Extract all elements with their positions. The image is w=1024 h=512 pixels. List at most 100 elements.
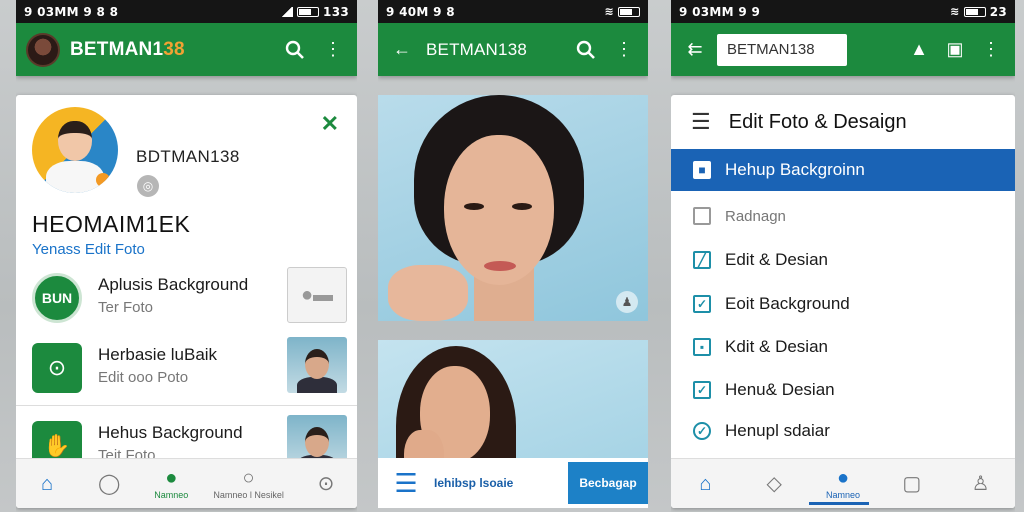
menu-lines-icon[interactable]: ☰: [378, 468, 434, 499]
nav-diamond[interactable]: ◇: [754, 474, 794, 494]
hamburger-icon[interactable]: ☰: [691, 109, 711, 135]
app-title-accent: 38: [163, 38, 185, 60]
menu-item-kdit-desian[interactable]: ▪ Kdit & Desian: [671, 326, 1015, 368]
divider: [16, 405, 357, 406]
list-item-title: Hehus Background: [98, 423, 243, 442]
menu-item-label: Hehup Backgroinn: [725, 160, 865, 179]
edit-foto-link[interactable]: Yenass Edit Foto: [32, 241, 145, 258]
menu-screen: 9 03MM 9 9 ≋ 23 ⇇ BETMAN138 ▲ ▣ ⋮ ☰ Edit …: [671, 0, 1015, 512]
profile-card: ✕ BDTMAN138 ◎ HEOMAIM1EK Yenass Edit Fot…: [16, 95, 357, 508]
dot-icon: ⊙: [317, 472, 335, 495]
nav-home[interactable]: ⌂: [27, 474, 67, 494]
status-battery: 23: [989, 4, 1007, 19]
bookmark-icon: ■: [693, 161, 711, 179]
menu-item-label: Edit & Desian: [725, 250, 828, 269]
search-icon[interactable]: [572, 36, 600, 64]
wifi-icon: ≋: [950, 5, 960, 18]
status-bar: 9 40M 9 8 ≋: [378, 0, 648, 23]
circle-icon: ○: [242, 466, 255, 489]
more-vert-icon[interactable]: ⋮: [610, 36, 638, 64]
action-button[interactable]: Becbagap: [568, 462, 648, 504]
nav-center[interactable]: ● Namneo: [823, 468, 863, 500]
check-circle-icon: ✓: [693, 422, 711, 440]
status-bar: 9 03MM 9 9 ≋ 23: [671, 0, 1015, 23]
list-item-title: Aplusis Background: [98, 275, 249, 294]
toggle-thumb-icon[interactable]: ●▬: [287, 267, 347, 323]
profile-name: BDTMAN138: [136, 147, 240, 166]
list-item-title: Herbasie luBaik: [98, 345, 218, 364]
app-title-main: BETMAN1: [70, 38, 164, 60]
square-icon: [693, 207, 711, 225]
avatar[interactable]: [26, 32, 60, 67]
nav-label: Namneo: [154, 489, 189, 500]
gallery-screen: 9 40M 9 8 ≋ ← BETMAN138 ⋮ ♟ ☰ Iehibsp ls…: [378, 0, 648, 512]
menu-item-eoit-background[interactable]: ✓ Eoit Background: [671, 283, 1015, 325]
status-bar: 9 03MM 9 8 8 133: [16, 0, 357, 23]
search-input[interactable]: BETMAN138: [717, 33, 847, 66]
menu-item-label: Radnagn: [725, 207, 786, 225]
nav-chat[interactable]: ◯: [89, 474, 129, 494]
bun-icon: BUN: [32, 273, 82, 323]
back-menu-icon[interactable]: ⇇: [681, 36, 709, 64]
center-icon: ●: [836, 466, 850, 489]
menu-title: Edit Foto & Desaign: [728, 110, 907, 133]
list-item[interactable]: ⊙ Herbasie luBaik Edit ooo Poto: [16, 335, 357, 399]
diamond-icon: ◇: [766, 472, 782, 495]
nav-more[interactable]: ⊙: [306, 474, 346, 494]
nav-center[interactable]: ● Namneo: [151, 468, 191, 500]
menu-item-label: Henupl sdaiar: [725, 421, 830, 440]
location-pin-icon: ⊙: [32, 343, 82, 393]
checkbox-checked-icon: ✓: [693, 295, 711, 313]
center-icon: ●: [165, 466, 178, 489]
status-dot-icon: [96, 173, 110, 187]
profile-screen: 9 03MM 9 8 8 133 BETMAN138 ⋮ ✕ BDTMAN138…: [16, 0, 357, 512]
battery-icon: [297, 6, 320, 17]
nav-selected-indicator: [808, 502, 869, 505]
list-item[interactable]: BUN Aplusis Background Ter Foto ●▬: [16, 265, 357, 329]
menu-item-hehup-background[interactable]: ■ Hehup Backgroinn: [671, 149, 1015, 191]
checkbox-icon: ▪: [693, 338, 711, 356]
photo-card[interactable]: ♟: [378, 95, 648, 321]
more-vert-icon[interactable]: ⋮: [977, 36, 1005, 64]
action-text: Iehibsp lsoaie: [434, 476, 514, 490]
menu-item-radnagn[interactable]: Radnagn: [671, 195, 1015, 237]
app-title: BETMAN138: [426, 39, 528, 59]
list-item-subtitle: Edit ooo Poto: [98, 369, 189, 386]
battery-icon: [618, 6, 640, 17]
signal-icon: [281, 6, 294, 17]
thumbnail-image: [287, 337, 347, 393]
person-icon[interactable]: ▲: [905, 36, 933, 64]
search-icon[interactable]: [281, 36, 309, 64]
menu-header: ☰ Edit Foto & Desaign: [671, 95, 1015, 149]
status-time: 9 03MM 9 9: [679, 4, 761, 19]
profile-photo[interactable]: [32, 107, 118, 193]
app-bar: ← BETMAN138 ⋮: [378, 23, 648, 76]
profile-heading: HEOMAIM1EK: [32, 211, 191, 237]
image-icon[interactable]: ▣: [941, 36, 969, 64]
menu-card: ☰ Edit Foto & Desaign ■ Hehup Backgroinn…: [671, 95, 1015, 508]
status-battery: 133: [323, 4, 349, 19]
verified-badge-icon: ◎: [137, 175, 159, 197]
menu-item-henupl-sdaiar[interactable]: ✓ Henupl sdaiar: [671, 410, 1015, 452]
menu-item-henu-desian[interactable]: ✓ Henu& Desian: [671, 369, 1015, 411]
home-icon: ⌂: [699, 472, 712, 495]
bottom-nav: ⌂ ◯ ● Namneo ○ Namneo l Nesikel ⊙: [16, 458, 357, 508]
back-arrow-icon[interactable]: ←: [388, 36, 416, 64]
app-title: BETMAN138: [70, 39, 271, 61]
checkbox-icon: ╱: [693, 251, 711, 269]
people-icon[interactable]: ♟: [616, 291, 638, 313]
nav-user[interactable]: ♙: [961, 474, 1001, 494]
menu-item-edit-desian[interactable]: ╱ Edit & Desian: [671, 239, 1015, 281]
nav-label: Namneo: [825, 489, 860, 500]
bottom-nav: ⌂ ◇ ● Namneo ▢ ♙: [671, 458, 1015, 508]
more-vert-icon[interactable]: ⋮: [319, 36, 347, 64]
status-time: 9 40M 9 8: [386, 4, 455, 19]
checkbox-checked-icon: ✓: [693, 381, 711, 399]
list-item-subtitle: Ter Foto: [98, 299, 154, 316]
nav-comment[interactable]: ▢: [892, 474, 932, 494]
nav-profile[interactable]: ○ Namneo l Nesikel: [213, 468, 284, 500]
nav-home[interactable]: ⌂: [685, 474, 725, 494]
close-icon[interactable]: ✕: [321, 111, 339, 137]
menu-item-label: Henu& Desian: [725, 380, 835, 399]
photo-card[interactable]: ☰ Iehibsp lsoaie Becbagap: [378, 340, 648, 508]
